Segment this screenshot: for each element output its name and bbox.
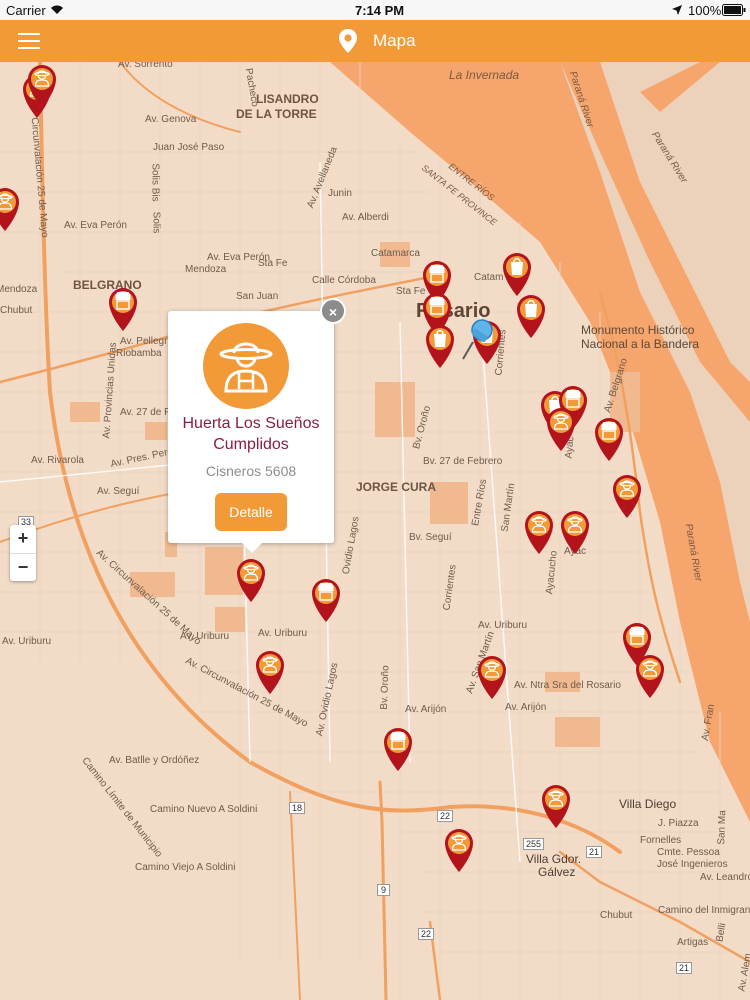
- map-label: Cmte. Pessoa: [657, 847, 720, 858]
- map-marker[interactable]: [234, 556, 268, 604]
- page-title: Mapa: [373, 31, 416, 50]
- farmer-icon: [203, 323, 289, 409]
- map-label: J. Piazza: [658, 818, 699, 829]
- status-bar: Carrier 7:14 PM 100%: [0, 0, 750, 20]
- map-label: La Invernada: [449, 68, 520, 82]
- map-marker[interactable]: [25, 62, 59, 110]
- map-label: Camino Nuevo A Soldini: [150, 804, 258, 815]
- map-marker[interactable]: [633, 652, 667, 700]
- map-label: Av. Alberdi: [342, 212, 389, 223]
- map-label: Bv. 27 de Febrero: [423, 456, 503, 467]
- map-label: Calle Córdoba: [312, 275, 376, 286]
- route-shield: 18: [289, 802, 306, 814]
- map-label: Av. Arijón: [505, 702, 547, 713]
- battery-percent: 100%: [688, 3, 722, 18]
- map-marker[interactable]: [309, 576, 343, 624]
- map-marker[interactable]: [522, 508, 556, 556]
- navbar: Mapa: [0, 20, 750, 62]
- map-marker[interactable]: [423, 322, 457, 370]
- location-arrow-icon: [672, 5, 682, 15]
- map-label: Av. Ntra Sra del Rosario: [514, 680, 621, 691]
- map-label: Catamarca: [371, 248, 420, 259]
- map-label: Solis: [150, 211, 162, 234]
- route-shield: 21: [676, 962, 693, 974]
- map-label: Camino del Inmigrante: [658, 905, 750, 916]
- zoom-in-button[interactable]: +: [10, 525, 36, 553]
- popup-address: Cisneros 5608: [205, 463, 297, 479]
- map-label: Chubut: [0, 305, 33, 316]
- map-label: Solis Bis: [149, 163, 161, 202]
- map-label: Riobamba: [116, 348, 162, 359]
- map-label: José Ingenieros: [657, 859, 728, 870]
- map-label: LISANDRO: [256, 92, 319, 106]
- route-shield: 21: [586, 846, 603, 858]
- map-marker[interactable]: [592, 415, 626, 463]
- map-label: Monumento Histórico: [581, 323, 695, 337]
- map-label: Av. Batlle y Ordóñez: [109, 755, 200, 766]
- map-label: JORGE CURA: [356, 480, 437, 494]
- detail-button[interactable]: Detalle: [215, 493, 287, 531]
- map-label: Av. Seguí: [97, 486, 140, 497]
- map-marker[interactable]: [442, 826, 476, 874]
- map-label: Bv. Oroño: [378, 665, 392, 710]
- map-marker[interactable]: [381, 725, 415, 773]
- map-marker[interactable]: [475, 653, 509, 701]
- carrier-label: Carrier: [6, 3, 46, 18]
- map-label: Av. Eva Perón: [64, 220, 127, 231]
- map-label: Av. Uriburu: [2, 636, 52, 647]
- map-label: Av. Arijón: [405, 704, 447, 715]
- map-label: Av. Genova: [145, 114, 197, 125]
- wifi-icon: [51, 5, 63, 14]
- map-label: Av. Rivarola: [31, 455, 84, 466]
- map-label: Junin: [328, 188, 352, 199]
- popup-title: Huerta Los Sueños Cumplidos: [182, 415, 320, 453]
- map-label: Mendoza: [185, 264, 227, 275]
- map-label: DE LA TORRE: [236, 107, 317, 121]
- map-marker[interactable]: [253, 648, 287, 696]
- zoom-out-button[interactable]: −: [10, 553, 36, 582]
- map-marker[interactable]: [500, 250, 534, 298]
- map-label: San Ma: [716, 810, 729, 845]
- map-marker[interactable]: [514, 292, 548, 340]
- menu-button[interactable]: [18, 32, 40, 50]
- route-shield: 9: [377, 884, 391, 896]
- map-label: Artigas: [677, 937, 709, 948]
- map-label: San Juan: [236, 291, 279, 302]
- map-marker[interactable]: [0, 185, 22, 233]
- map-label: Chubut: [600, 910, 633, 921]
- map-label: Av. Uriburu: [258, 628, 308, 639]
- map-label: Av. Sorrento: [118, 62, 173, 70]
- map-canvas: [0, 62, 750, 1000]
- map-marker[interactable]: [610, 472, 644, 520]
- map-label: Av. Uriburu: [478, 620, 528, 631]
- selected-pushpin-icon[interactable]: [458, 314, 498, 362]
- map-marker[interactable]: [544, 405, 578, 453]
- map-label: Av. Leandro N. A: [700, 872, 750, 883]
- map-pin-icon: [339, 29, 357, 53]
- map-label: Nacional a la Bandera: [581, 337, 700, 351]
- route-shield: 22: [418, 928, 435, 940]
- route-shield: 22: [437, 810, 454, 822]
- map-view[interactable]: La Invernada Av. Sorrento LISANDRO DE LA…: [0, 62, 750, 1000]
- map-label: Fornelles: [640, 835, 682, 846]
- map-label: Bv. Seguí: [409, 532, 452, 543]
- map-label: Villa Gdor.: [526, 852, 582, 866]
- battery-icon: [722, 4, 746, 16]
- clock: 7:14 PM: [355, 3, 405, 18]
- map-marker[interactable]: [539, 782, 573, 830]
- map-label: Av. Uriburu: [180, 631, 230, 642]
- marker-popup: Huerta Los Sueños Cumplidos Cisneros 560…: [168, 311, 334, 553]
- map-label: Camino Viejo A Soldini: [135, 862, 236, 873]
- close-icon[interactable]: ×: [320, 298, 346, 324]
- zoom-control: + −: [10, 525, 36, 581]
- map-label: Gálvez: [538, 865, 576, 879]
- map-marker[interactable]: [558, 508, 592, 556]
- map-marker[interactable]: [106, 285, 140, 333]
- map-label: Mendoza: [0, 284, 38, 295]
- map-label: Sta Fe: [258, 258, 288, 269]
- map-label: Juan José Paso: [153, 142, 225, 153]
- route-shield: 255: [523, 838, 545, 850]
- map-label: Villa Diego: [619, 797, 677, 811]
